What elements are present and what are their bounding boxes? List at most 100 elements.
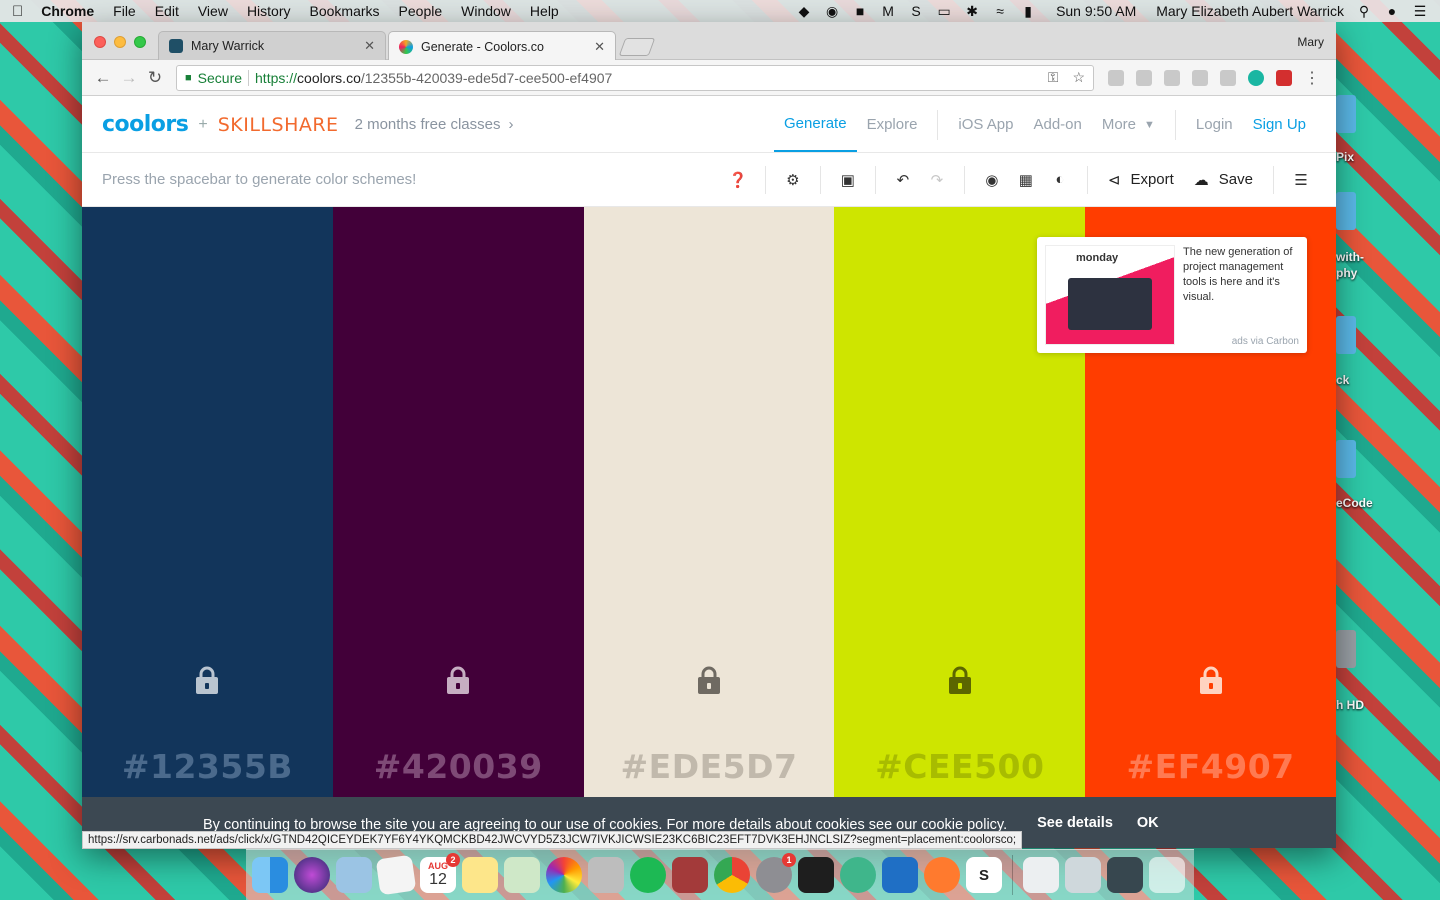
apple-menu-icon[interactable]: : [12, 3, 23, 20]
dropbox-icon[interactable]: ◆: [796, 3, 812, 20]
dictionary-icon[interactable]: [672, 857, 708, 893]
secure-indicator[interactable]: ■ Secure: [185, 70, 242, 86]
hex-code[interactable]: #EDE5D7: [584, 747, 835, 786]
preview-icon[interactable]: [336, 857, 372, 893]
ad-text[interactable]: The new generation of project management…: [1183, 245, 1301, 305]
hamburger-menu-icon[interactable]: ☰: [1284, 171, 1318, 189]
spotify-icon[interactable]: [630, 857, 666, 893]
undo-icon[interactable]: ↶: [886, 171, 920, 189]
calendar-icon[interactable]: AUG 12 2: [420, 853, 460, 893]
menu-history[interactable]: History: [247, 3, 291, 19]
camera-icon[interactable]: ▣: [831, 171, 865, 189]
siri-icon[interactable]: ●: [1384, 3, 1400, 19]
scrivener-icon[interactable]: S: [966, 857, 1002, 893]
grid-icon[interactable]: ▦: [1009, 171, 1043, 189]
menu-people[interactable]: People: [399, 3, 443, 19]
chrome-icon[interactable]: [714, 857, 750, 893]
menu-help[interactable]: Help: [530, 3, 559, 19]
desktop-icon-label[interactable]: ck: [1336, 373, 1349, 387]
hex-code[interactable]: #EF4907: [1085, 747, 1336, 786]
document-stack-icon[interactable]: [1065, 857, 1101, 893]
desktop-icon[interactable]: [1336, 192, 1356, 230]
close-window-button[interactable]: [94, 36, 106, 48]
color-swatch[interactable]: #420039: [332, 207, 584, 797]
menu-view[interactable]: View: [198, 3, 228, 19]
evernote-extension-icon[interactable]: [1136, 69, 1152, 86]
zip-file-icon[interactable]: [1023, 857, 1059, 893]
desktop-icon-label[interactable]: phy: [1336, 266, 1357, 280]
nav-login[interactable]: Login: [1186, 97, 1243, 152]
close-tab-icon[interactable]: ✕: [364, 38, 375, 54]
help-icon[interactable]: ❓: [721, 171, 755, 189]
lock-icon[interactable]: [1199, 665, 1223, 695]
menubar-user[interactable]: Mary Elizabeth Aubert Warrick: [1156, 3, 1344, 19]
ad-attribution[interactable]: ads via Carbon: [1232, 336, 1299, 347]
tab-mary-warrick[interactable]: Mary Warrick ✕: [158, 31, 386, 60]
spotlight-search-icon[interactable]: ⚲: [1356, 3, 1372, 20]
color-swatch[interactable]: #EDE5D7: [583, 207, 835, 797]
bluetooth-icon[interactable]: ✱: [964, 3, 980, 20]
desktop-icon-label[interactable]: eCode: [1336, 496, 1373, 510]
extension-icon[interactable]: [1164, 69, 1180, 86]
extension-icon[interactable]: [1220, 69, 1236, 86]
hex-code[interactable]: #CEE500: [834, 747, 1085, 786]
nav-add-on[interactable]: Add-on: [1023, 97, 1091, 152]
skillshare-logo[interactable]: SKILLSHARE: [218, 114, 339, 136]
nav-explore[interactable]: Explore: [857, 97, 928, 152]
see-details-link[interactable]: See details: [1037, 815, 1113, 831]
tab-coolors[interactable]: Generate - Coolors.co ✕: [388, 31, 616, 61]
extension-m-icon[interactable]: [1248, 69, 1264, 86]
atom-icon[interactable]: [840, 857, 876, 893]
finder-icon[interactable]: [252, 857, 288, 893]
ad-image[interactable]: monday: [1045, 245, 1175, 345]
eye-icon[interactable]: ◉: [975, 171, 1009, 189]
cookie-ok-button[interactable]: OK: [1137, 815, 1159, 831]
desktop-icon-label[interactable]: Pix: [1336, 150, 1354, 164]
scrivener-icon[interactable]: S: [908, 3, 924, 19]
bookmark-star-icon[interactable]: ☆: [1072, 69, 1085, 86]
airplay-icon[interactable]: ▭: [936, 3, 952, 20]
promo-link[interactable]: 2 months free classes ›: [355, 116, 514, 133]
carbon-ad[interactable]: monday The new generation of project man…: [1037, 237, 1307, 353]
key-icon[interactable]: ⚿: [1048, 69, 1059, 86]
menu-bookmarks[interactable]: Bookmarks: [310, 3, 380, 19]
creative-cloud-icon[interactable]: ◉: [824, 3, 840, 20]
lock-icon[interactable]: [195, 665, 219, 695]
notes-icon[interactable]: [462, 857, 498, 893]
lock-icon[interactable]: [948, 665, 972, 695]
menu-window[interactable]: Window: [461, 3, 511, 19]
lock-icon[interactable]: [697, 665, 721, 695]
profile-button[interactable]: Mary: [1297, 35, 1324, 49]
save-button[interactable]: ☁ Save: [1184, 171, 1263, 189]
menu-edit[interactable]: Edit: [155, 3, 179, 19]
desktop-icon[interactable]: [1336, 95, 1356, 133]
close-tab-icon[interactable]: ✕: [594, 39, 605, 55]
mail-icon[interactable]: M: [880, 3, 896, 19]
minimize-window-button[interactable]: [114, 36, 126, 48]
redo-icon[interactable]: ↷: [920, 171, 954, 189]
desktop-icon-label[interactable]: h HD: [1336, 698, 1364, 712]
desktop-icon[interactable]: [1336, 630, 1356, 668]
pdf-extension-icon[interactable]: [1276, 69, 1292, 86]
photos-icon[interactable]: [546, 857, 582, 893]
export-button[interactable]: ⊲ Export: [1098, 171, 1184, 189]
zoom-window-button[interactable]: [134, 36, 146, 48]
hex-code[interactable]: #420039: [333, 747, 584, 786]
screenshot-stack-icon[interactable]: [1107, 857, 1143, 893]
menubar-clock[interactable]: Sun 9:50 AM: [1056, 3, 1136, 19]
textedit-icon[interactable]: [375, 854, 417, 896]
siri-icon[interactable]: [294, 857, 330, 893]
nav-generate[interactable]: Generate: [774, 97, 857, 152]
maps-icon[interactable]: [504, 857, 540, 893]
nav-sign-up[interactable]: Sign Up: [1243, 97, 1316, 152]
notification-center-icon[interactable]: ☰: [1412, 3, 1428, 20]
new-tab-button[interactable]: [618, 38, 656, 56]
battery-icon[interactable]: ▮: [1020, 3, 1036, 20]
desktop-icon[interactable]: [1336, 440, 1356, 478]
desktop-icon[interactable]: [1336, 316, 1356, 354]
wifi-icon[interactable]: ≈: [992, 3, 1008, 19]
hex-code[interactable]: #12355B: [82, 747, 333, 786]
reload-icon[interactable]: ↻: [142, 68, 168, 88]
extension-icon[interactable]: [1108, 69, 1124, 86]
lock-icon[interactable]: [446, 665, 470, 695]
